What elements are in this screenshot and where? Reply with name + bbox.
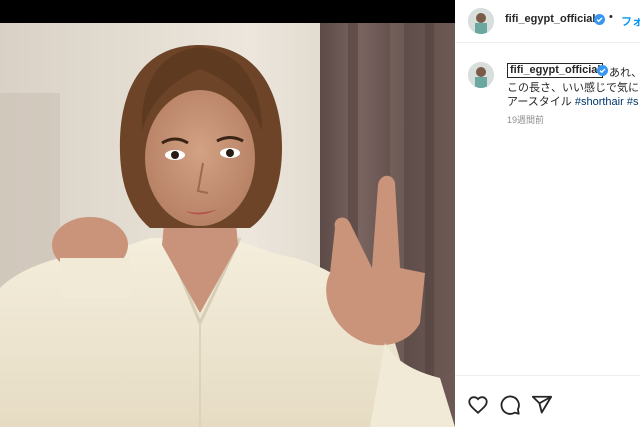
verified-badge-icon xyxy=(597,65,608,76)
hashtag-link[interactable]: #s xyxy=(627,96,639,108)
avatar[interactable] xyxy=(468,8,494,34)
caption-avatar[interactable] xyxy=(468,62,494,88)
comment-icon xyxy=(500,395,520,415)
post-photo[interactable] xyxy=(0,23,455,427)
like-button[interactable] xyxy=(467,394,489,416)
share-icon xyxy=(531,395,553,414)
post-media[interactable] xyxy=(0,0,455,427)
post-header: fifi_egypt_official • フォ xyxy=(455,0,640,43)
heart-icon xyxy=(468,396,488,415)
post-caption: fifi_egypt_official あれ、 この長さ、いい感じで気に アース… xyxy=(455,52,640,142)
action-bar xyxy=(455,375,640,427)
post-sidebar: fifi_egypt_official • フォ fifi_egypt_offi… xyxy=(455,0,640,427)
verified-badge-icon xyxy=(594,14,605,25)
header-username[interactable]: fifi_egypt_official xyxy=(505,13,595,25)
caption-text-line3: アースタイル #shorthair #s xyxy=(507,93,638,109)
post-timestamp[interactable]: 19週間前 xyxy=(507,113,544,126)
comment-button[interactable] xyxy=(499,394,521,416)
separator-dot: • xyxy=(609,11,613,23)
caption-username[interactable]: fifi_egypt_official xyxy=(507,63,604,78)
share-button[interactable] xyxy=(531,394,553,416)
caption-text-line1: あれ、 xyxy=(609,67,640,79)
media-top-bar xyxy=(0,0,455,23)
follow-button[interactable]: フォ xyxy=(621,13,640,29)
hashtag-link[interactable]: #shorthair xyxy=(575,96,624,108)
caption-text-line3-text: アースタイル xyxy=(507,96,572,108)
